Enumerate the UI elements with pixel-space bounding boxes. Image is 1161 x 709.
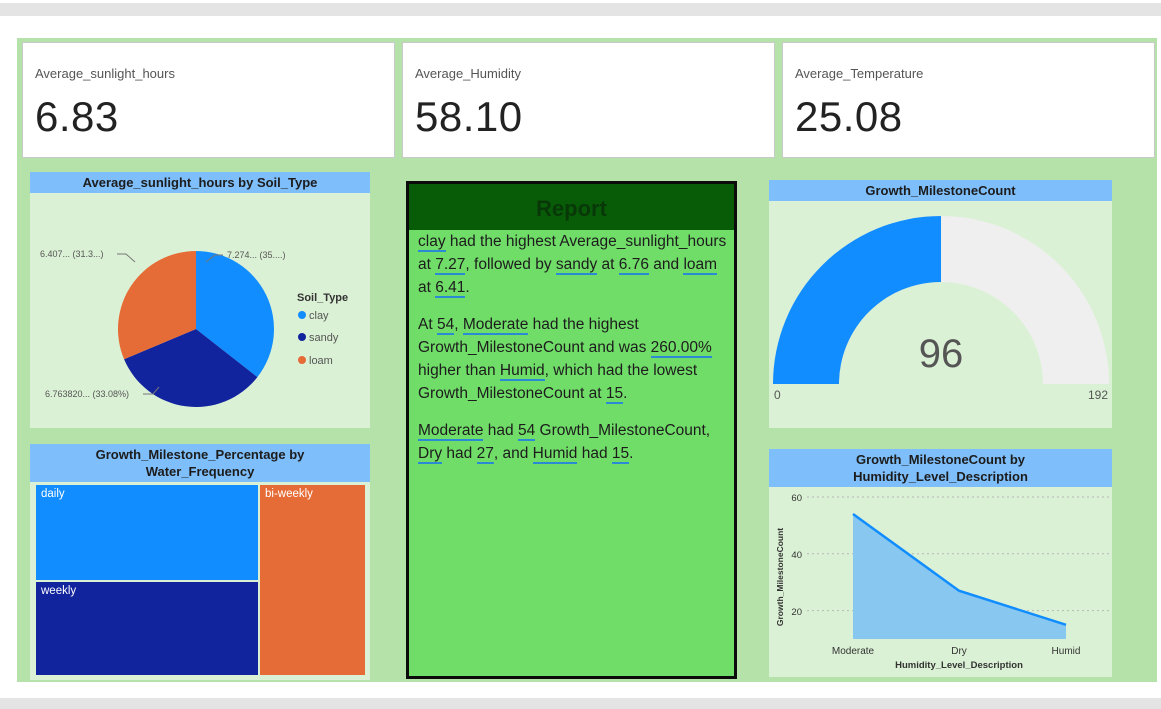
kpi-value: 25.08 [795,93,903,140]
gauge-value: 96 [919,332,964,376]
narrative-text: , followed by [465,256,556,273]
kpi-label: Average_Humidity [415,66,521,81]
narrative-text: had [577,445,612,462]
narrative-value: 6.76 [618,256,649,275]
top-bar [0,3,1161,16]
treemap-label-bi-weekly: bi-weekly [265,488,313,500]
treemap-label-daily: daily [41,488,65,500]
narrative-value: loam [683,256,718,275]
y-tick-label: 20 [791,607,802,618]
narrative-value: 7.27 [435,256,466,275]
narrative-value: sandy [555,256,598,275]
narrative-text: , [454,316,463,333]
pie-chart: 7.274... (35....) 6.407... (31.3...) 6.7… [40,249,348,407]
narrative-value: 27 [476,445,494,464]
narrative-value: Humid [499,362,545,381]
leader-line-loam [117,253,136,263]
x-tick-label: Humid [1052,646,1081,657]
narrative-text: . [629,445,634,462]
narrative-value: 6.41 [435,279,466,298]
narrative-text: at [597,256,619,273]
narrative-text: had [442,445,477,462]
narrative-value: 15 [605,385,624,404]
area-chart-title: Growth_MilestoneCount by Humidity_Level_… [769,449,1112,487]
treemap-tile-weekly[interactable]: weekly [35,581,259,676]
report-paragraph-2: At 54, Moderate had the highest Growth_M… [418,313,728,405]
x-tick-label: Moderate [832,646,875,657]
kpi-card-humidity[interactable]: Average_Humidity 58.10 [402,42,775,158]
kpi-value: 6.83 [35,93,119,140]
x-tick-label: Dry [951,646,967,657]
area-fill [853,514,1066,639]
legend-marker-loam [298,356,306,364]
gauge-title: Growth_MilestoneCount [769,180,1112,201]
area-chart: 60 40 20 Growth_MilestoneCount Moderate … [775,493,1109,671]
treemap-tile-bi-weekly[interactable]: bi-weekly [259,484,366,676]
treemap-panel[interactable]: Growth_Milestone_Percentage by Water_Fre… [30,444,370,680]
narrative-text: and [648,256,684,273]
pie-label-loam: 6.407... (31.3...) [40,249,104,259]
gauge-max-label: 192 [1088,388,1108,402]
narrative-value: Dry [418,445,443,464]
kpi-card-temperature[interactable]: Average_Temperature 25.08 [782,42,1155,158]
narrative-value: Moderate [462,316,529,335]
kpi-value: 58.10 [415,93,523,140]
gauge-chart: 96 0 192 [773,216,1109,402]
pie-label-clay: 7.274... (35....) [227,250,286,260]
legend-marker-sandy [298,333,306,341]
treemap-title: Growth_Milestone_Percentage by Water_Fre… [30,444,370,482]
kpi-card-sunlight[interactable]: Average_sunlight_hours 6.83 [22,42,395,158]
report-narrative[interactable]: Report clay had the highest Average_sunl… [406,181,737,679]
narrative-text: , and [493,445,533,462]
narrative-text: had [483,422,518,439]
narrative-text: Growth_MilestoneCount, [535,422,711,439]
gauge-fill [773,216,941,384]
area-chart-panel[interactable]: Growth_MilestoneCount by Humidity_Level_… [769,449,1112,677]
report-title: Report [409,184,734,230]
pie-label-sandy: 6.763820... (33.08%) [45,389,129,399]
y-tick-label: 60 [791,493,802,504]
legend-item-clay[interactable]: clay [298,310,329,322]
report-paragraph-3: Moderate had 54 Growth_MilestoneCount, D… [418,419,728,465]
narrative-value: clay [418,233,446,252]
legend-item-loam[interactable]: loam [298,355,333,367]
y-axis-label: Growth_MilestoneCount [775,528,785,626]
gauge-min-label: 0 [774,388,781,402]
y-tick-label: 40 [791,550,802,561]
narrative-text: higher than [418,362,500,379]
narrative-text: . [623,385,628,402]
narrative-text: at [418,279,436,296]
kpi-label: Average_sunlight_hours [35,66,175,81]
narrative-value: 54 [517,422,536,441]
x-axis-label: Humidity_Level_Description [895,660,1023,671]
legend-marker-clay [298,311,306,319]
treemap-tile-daily[interactable]: daily [35,484,259,581]
narrative-value: 54 [436,316,455,335]
legend-label-loam: loam [309,355,333,367]
legend-label-clay: clay [309,310,329,322]
legend-title: Soil_Type [297,292,348,304]
bottom-bar [0,698,1161,709]
treemap-label-weekly: weekly [41,585,77,597]
narrative-value: 260.00% [650,339,712,358]
narrative-value: 15 [611,445,630,464]
pie-chart-title: Average_sunlight_hours by Soil_Type [30,172,370,193]
gauge-panel[interactable]: Growth_MilestoneCount 96 0 192 [769,180,1112,428]
kpi-label: Average_Temperature [795,66,924,81]
narrative-text: . [465,279,470,296]
report-paragraph-1: clay had the highest Average_sunlight_ho… [418,230,728,299]
legend-label-sandy: sandy [309,332,339,344]
pie-chart-panel[interactable]: Average_sunlight_hours by Soil_Type 7.27… [30,172,370,428]
report-body: clay had the highest Average_sunlight_ho… [418,230,728,479]
narrative-text: At [418,316,437,333]
narrative-value: Moderate [418,422,484,441]
legend-item-sandy[interactable]: sandy [298,332,339,344]
narrative-value: Humid [532,445,578,464]
